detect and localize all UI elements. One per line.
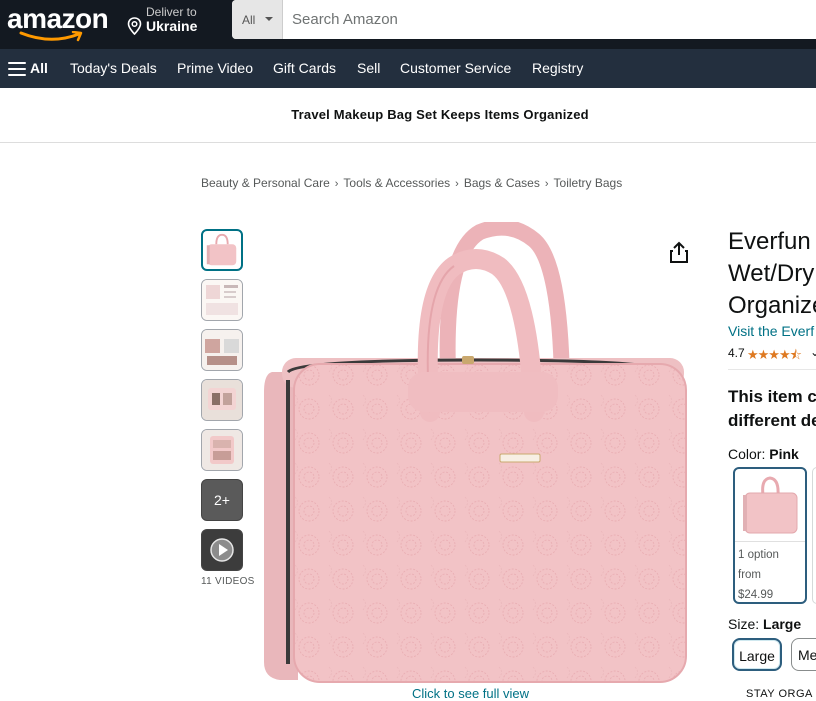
chevron-right-icon: ›: [455, 178, 459, 190]
size-label: Size:: [728, 616, 760, 632]
breadcrumb: Beauty & Personal Care › Tools & Accessori…: [201, 176, 622, 190]
divider: [728, 369, 816, 370]
amazon-logo[interactable]: amazon: [7, 3, 109, 43]
hanging-thumbnail-image: [202, 430, 242, 470]
product-title-line: Everfun: [728, 228, 811, 255]
all-menu-label: All: [30, 60, 48, 76]
main-product-image[interactable]: [258, 222, 692, 687]
search-bar: All: [232, 0, 816, 39]
chevron-down-icon: ⌄: [810, 345, 816, 359]
swatch-price: $24.99: [738, 589, 774, 601]
color-label: Color:: [728, 446, 766, 462]
deliver-label: Deliver to: [146, 5, 197, 19]
breadcrumb-item[interactable]: Beauty & Personal Care: [201, 176, 330, 190]
breadcrumb-item[interactable]: Toiletry Bags: [554, 176, 623, 190]
deliver-country: Ukraine: [146, 18, 198, 34]
store-link[interactable]: Visit the Everf: [728, 323, 814, 339]
color-selection: Color: Pink: [728, 446, 799, 462]
nav-todays-deals[interactable]: Today's Deals: [70, 60, 157, 76]
breadcrumb-item[interactable]: Bags & Cases: [464, 176, 540, 190]
size-selection: Size: Large: [728, 616, 801, 632]
product-title-line: Wet/Dry: [728, 260, 815, 287]
share-icon[interactable]: [668, 241, 690, 265]
chevron-right-icon: ›: [544, 178, 549, 190]
notice-line: different de: [728, 411, 816, 430]
swatch-details: 1 option from $24.99: [738, 545, 804, 605]
nav-sell[interactable]: Sell: [357, 60, 380, 76]
swatch-from-text: from: [738, 569, 761, 581]
more-images-count: 2+: [214, 492, 230, 508]
product-title: Everfun Wet/Dry Organize: [728, 226, 816, 322]
infographic-thumbnail-image: [202, 280, 242, 320]
nav-registry[interactable]: Registry: [532, 60, 583, 76]
color-value: Pink: [769, 446, 799, 462]
thumbnail-2[interactable]: [201, 279, 243, 321]
promo-text: Travel Makeup Bag Set Keeps Items Organi…: [291, 107, 589, 122]
thumbnail-1[interactable]: [201, 229, 243, 271]
bag-thumbnail-image: [206, 233, 237, 266]
chevron-right-icon: ›: [334, 178, 339, 190]
play-icon: [202, 530, 242, 570]
search-category-label: All: [242, 13, 256, 27]
caret-down-icon: [265, 17, 273, 21]
swatch-options-text: 1 option: [738, 549, 779, 561]
more-images-thumbnail[interactable]: 2+: [201, 479, 243, 521]
size-option-medium[interactable]: Me: [791, 638, 816, 671]
thumbnail-4[interactable]: [201, 379, 243, 421]
item-notice: This item c different de: [728, 385, 816, 433]
search-category-dropdown[interactable]: All: [232, 0, 283, 39]
color-swatch-other[interactable]: [812, 467, 816, 604]
thumbnail-3[interactable]: [201, 329, 243, 371]
size-option-label: Me: [798, 647, 816, 663]
swatch-divider: [735, 541, 805, 542]
video-thumbnail[interactable]: [201, 529, 243, 571]
swatch-bag-image: [743, 476, 798, 534]
promo-banner: Travel Makeup Bag Set Keeps Items Organi…: [0, 88, 816, 143]
nav-gift-cards[interactable]: Gift Cards: [273, 60, 336, 76]
videos-label[interactable]: 11 VIDEOS: [201, 576, 255, 587]
nav-prime-video[interactable]: Prime Video: [177, 60, 253, 76]
deliver-to[interactable]: Deliver to Ukraine: [127, 5, 227, 41]
hamburger-icon: [8, 62, 26, 76]
nav-customer-service[interactable]: Customer Service: [400, 60, 511, 76]
location-pin-icon: [127, 17, 142, 35]
top-header: amazon Deliver to Ukraine All: [0, 0, 816, 49]
size-option-large[interactable]: Large: [732, 638, 782, 671]
smile-arrow-icon: [19, 31, 83, 42]
color-swatch-pink[interactable]: 1 option from $24.99: [733, 467, 807, 604]
full-view-link[interactable]: Click to see full view: [412, 686, 529, 701]
lifestyle-thumbnail-image: [202, 380, 242, 420]
comparison-thumbnail-image: [202, 330, 242, 370]
size-option-label: Large: [739, 648, 775, 664]
product-title-line: Organize: [728, 292, 816, 319]
nav-bar: All Today's Deals Prime Video Gift Cards…: [0, 49, 816, 88]
thumbnail-5[interactable]: [201, 429, 243, 471]
rating-value: 4.7: [728, 346, 745, 360]
star-rating-icon: ★★★★⯪: [747, 347, 802, 362]
notice-line: This item c: [728, 387, 816, 406]
breadcrumb-item[interactable]: Tools & Accessories: [343, 176, 450, 190]
search-input[interactable]: [284, 0, 816, 39]
rating-summary[interactable]: 4.7 ★★★★⯪ ⌄: [728, 345, 816, 362]
size-value: Large: [763, 616, 802, 632]
feature-heading: STAY ORGA: [746, 688, 813, 700]
